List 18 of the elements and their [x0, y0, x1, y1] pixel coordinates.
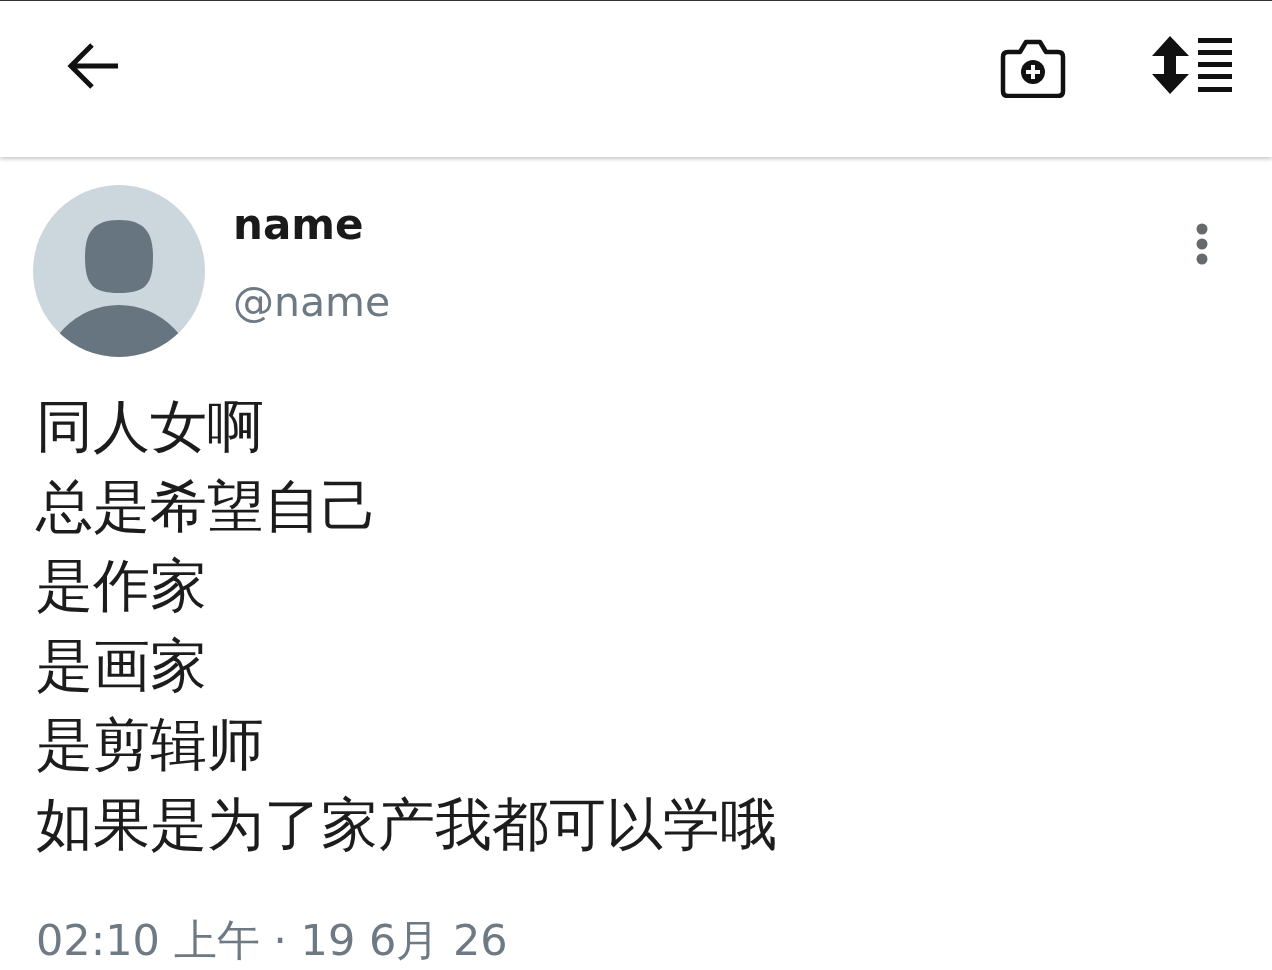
- author-handle[interactable]: @name: [233, 277, 391, 327]
- post-text-line: 是作家: [36, 551, 207, 620]
- post-text-line: 如果是为了家产我都可以学哦: [36, 789, 777, 859]
- post-text-line: 同人女啊: [36, 392, 264, 461]
- more-options-button[interactable]: [1196, 223, 1208, 265]
- author-name[interactable]: name: [233, 200, 364, 250]
- post-text-line: 是画家: [36, 630, 207, 700]
- more-options-icon: [1196, 223, 1208, 265]
- sort-button[interactable]: [1152, 36, 1232, 94]
- post-text-line: 是剪辑师: [36, 710, 264, 779]
- back-button[interactable]: [66, 42, 120, 90]
- back-arrow-icon: [66, 42, 120, 90]
- camera-button[interactable]: [1000, 38, 1066, 98]
- post-text-line: 总是希望自己: [36, 471, 378, 541]
- avatar-silhouette-icon: [33, 185, 205, 357]
- sort-lines-icon: [1152, 36, 1232, 94]
- post-timestamp[interactable]: 02:10 上午 · 19 6月 26: [36, 916, 508, 964]
- camera-plus-icon: [1000, 38, 1066, 98]
